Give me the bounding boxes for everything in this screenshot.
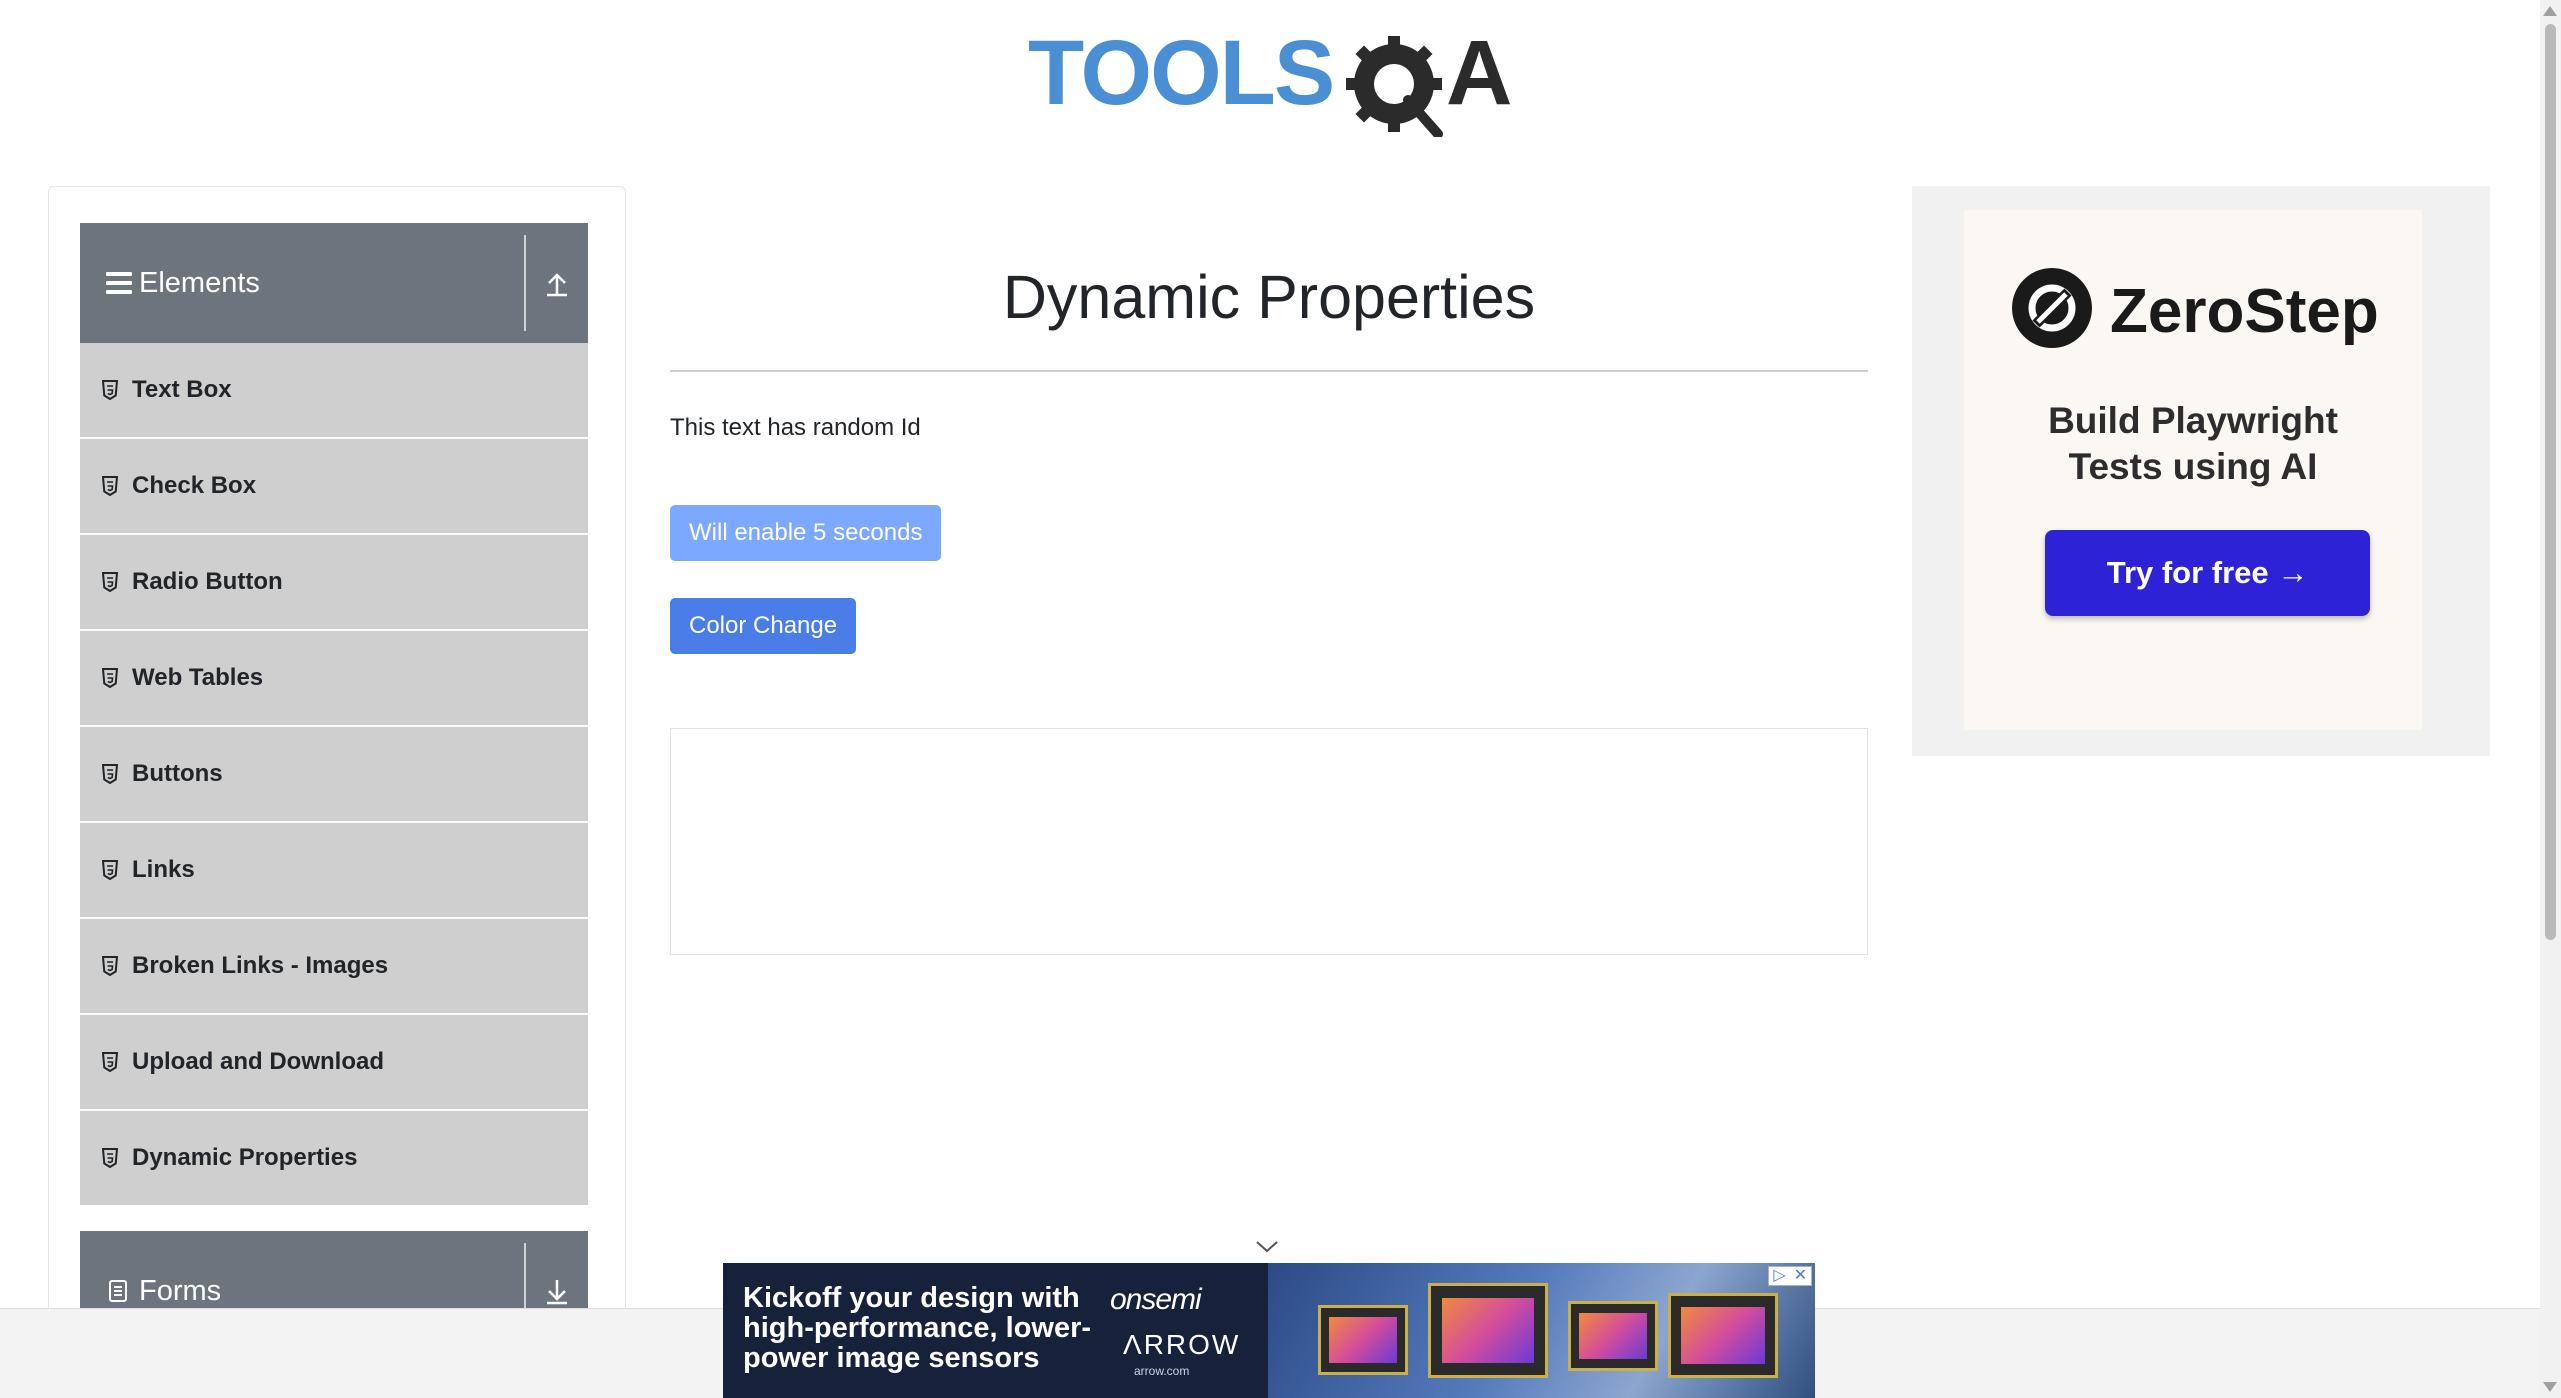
html5-icon [102, 668, 118, 688]
sidebar-item-label: Dynamic Properties [132, 1144, 358, 1171]
sidebar-item-buttons[interactable]: Buttons [80, 727, 588, 823]
document-icon [109, 1280, 127, 1302]
chip-graphic [1668, 1293, 1778, 1378]
html5-icon [102, 572, 118, 592]
try-for-free-button[interactable]: Try for free → [2045, 530, 2370, 616]
sidebar-item-label: Check Box [132, 472, 257, 499]
ad-tagline-line2: Tests using AI [2068, 446, 2318, 487]
random-id-text: This text has random Id [670, 414, 921, 441]
banner-ad-headline: Kickoff your design with high-performanc… [743, 1282, 1092, 1374]
color-change-button[interactable]: Color Change [670, 598, 857, 654]
toolsqa-logo[interactable]: TOOLS A [1028, 22, 1516, 137]
html5-icon [102, 860, 118, 880]
html5-icon [102, 764, 118, 784]
menu-icon [106, 272, 132, 294]
group-divider [524, 235, 526, 331]
sidebar-item-label: Text Box [132, 376, 232, 403]
expand-icon[interactable] [542, 1276, 572, 1306]
ad-tagline: Build Playwright Tests using AI [1964, 398, 2422, 490]
chip-graphic [1428, 1283, 1548, 1378]
sensor-chips-image [1268, 1263, 1815, 1398]
sidebar-item-upload-download[interactable]: Upload and Download [80, 1015, 588, 1111]
side-ad[interactable]: ZeroStep Build Playwright Tests using AI… [1912, 186, 2490, 756]
zerostep-logo-icon [2012, 268, 2092, 348]
ad-choices-close[interactable]: ▷ ✕ [1768, 1266, 1812, 1286]
sidebar-item-dynamic-properties[interactable]: Dynamic Properties [80, 1111, 588, 1207]
group-title-forms: Forms [139, 1274, 222, 1307]
arrow-brand: ΛRROW [1123, 1329, 1241, 1360]
scroll-up-arrow-icon[interactable] [2543, 6, 2557, 16]
ad-tagline-line1: Build Playwright [2048, 400, 2338, 441]
onsemi-brand: onsemi [1110, 1283, 1202, 1316]
sidebar-item-label: Upload and Download [132, 1048, 384, 1075]
html5-icon [102, 956, 118, 976]
page: TOOLS A Elements Text Box Check Box Radi… [0, 0, 2561, 1398]
enable-after-button[interactable]: Will enable 5 seconds [670, 505, 942, 561]
scrollbar-thumb[interactable] [2545, 24, 2556, 940]
ad-choices-icon[interactable]: ▷ [1769, 1267, 1790, 1285]
group-title-elements: Elements [139, 266, 260, 299]
sidebar-item-text-box[interactable]: Text Box [80, 343, 588, 439]
close-icon[interactable]: ✕ [1790, 1267, 1811, 1285]
chip-graphic [1318, 1305, 1408, 1375]
content-placeholder [670, 728, 1868, 955]
html5-icon [102, 380, 118, 400]
svg-text:TOOLS: TOOLS [1028, 22, 1333, 124]
html5-icon [102, 1148, 118, 1168]
page-title: Dynamic Properties [1002, 263, 1536, 331]
chip-graphic [1568, 1301, 1658, 1371]
scroll-down-arrow-icon[interactable] [2543, 1382, 2557, 1392]
sidebar-item-label: Links [132, 856, 195, 883]
html5-icon [102, 476, 118, 496]
sidebar-item-broken-links[interactable]: Broken Links - Images [80, 919, 588, 1015]
sidebar-item-radio-button[interactable]: Radio Button [80, 535, 588, 631]
sidebar-item-label: Web Tables [132, 664, 264, 691]
title-divider [670, 370, 1868, 372]
chevron-down-icon[interactable] [1255, 1240, 1279, 1254]
sidebar-item-label: Buttons [132, 760, 223, 787]
group-header-elements[interactable]: Elements [80, 223, 588, 343]
collapse-icon[interactable] [542, 268, 572, 298]
side-ad-card: ZeroStep Build Playwright Tests using AI… [1964, 210, 2422, 730]
sidebar-item-check-box[interactable]: Check Box [80, 439, 588, 535]
bottom-banner-ad[interactable]: Kickoff your design with high-performanc… [723, 1263, 1815, 1398]
html5-icon [102, 1052, 118, 1072]
svg-text:A: A [1446, 22, 1512, 124]
elements-menu: Text Box Check Box Radio Button Web Tabl… [80, 343, 588, 1207]
sidebar-item-label: Radio Button [132, 568, 283, 595]
arrow-url: arrow.com [1134, 1364, 1190, 1378]
sidebar-item-links[interactable]: Links [80, 823, 588, 919]
zerostep-brand: ZeroStep [2110, 277, 2379, 346]
sidebar-item-web-tables[interactable]: Web Tables [80, 631, 588, 727]
sidebar-item-label: Broken Links - Images [132, 952, 389, 979]
